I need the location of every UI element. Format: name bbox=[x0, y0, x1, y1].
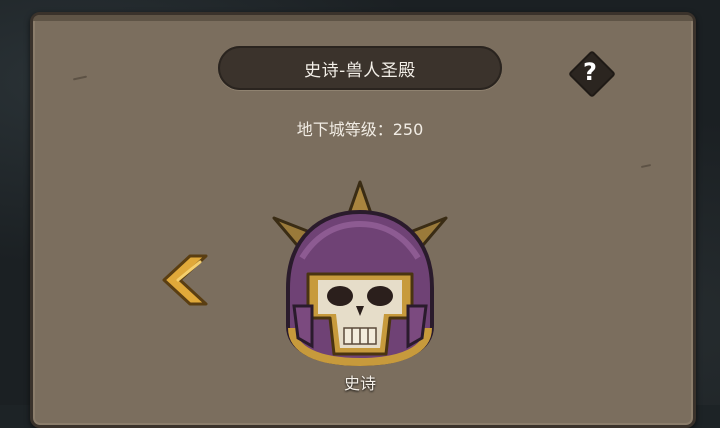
panel-scratch bbox=[72, 75, 88, 81]
boss-difficulty-label: 史诗 bbox=[343, 374, 376, 393]
dungeon-level: 地下城等级：250 bbox=[296, 120, 424, 139]
boss-portrait[interactable] bbox=[268, 178, 452, 374]
dungeon-title-bar: 史诗-兽人圣殿 bbox=[218, 46, 502, 90]
help-button[interactable]: ? bbox=[566, 48, 617, 99]
dungeon-title: 史诗-兽人圣殿 bbox=[304, 60, 416, 81]
panel-scratch bbox=[640, 163, 652, 169]
question-mark-icon: ? bbox=[583, 58, 597, 86]
previous-dungeon-button[interactable] bbox=[160, 252, 214, 308]
panel-top-edge bbox=[33, 15, 693, 21]
orc-skull-helmet-icon bbox=[272, 180, 448, 367]
chevron-left-icon bbox=[162, 254, 208, 306]
